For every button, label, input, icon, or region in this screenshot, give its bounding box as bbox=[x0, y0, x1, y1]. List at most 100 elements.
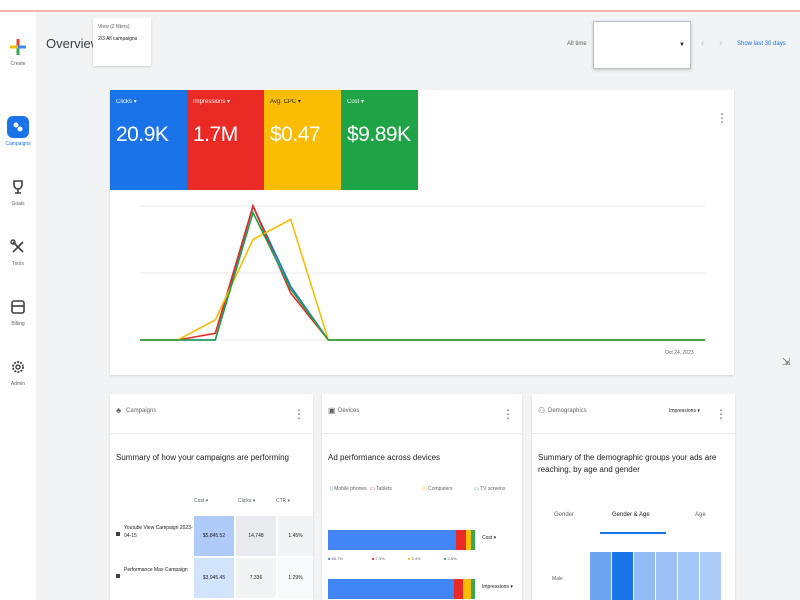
metric-value: $9.89K bbox=[347, 123, 411, 146]
metric-tile-avg-cpc[interactable]: Avg. CPC ▾ $0.47 bbox=[264, 90, 341, 190]
card-description: Summary of the demographic groups your a… bbox=[538, 453, 717, 474]
pct-label: ■ 86.7% bbox=[328, 556, 343, 561]
pct-label: ■ 7.3% bbox=[372, 556, 385, 561]
heatmap-cell[interactable] bbox=[678, 552, 699, 600]
clicks-cell: 7,336 bbox=[236, 558, 276, 598]
goals-trophy-icon bbox=[13, 180, 23, 194]
performance-chart-card: Clicks ▾ 20.9K Impressions ▾ 1.7M Avg. C… bbox=[110, 90, 734, 375]
more-options-icon[interactable]: ⋮ bbox=[502, 408, 514, 420]
metric-tile-cost[interactable]: Cost ▾ $9.89K bbox=[341, 90, 418, 190]
date-range-dropdown[interactable]: ▼ bbox=[593, 21, 691, 69]
date-range-label: All time bbox=[567, 41, 587, 47]
card-title: Campaigns bbox=[126, 408, 157, 414]
bar-segment bbox=[455, 530, 467, 550]
heatmap-cell[interactable] bbox=[656, 552, 677, 600]
campaign-type-icon bbox=[116, 532, 120, 536]
nav-create[interactable]: Create bbox=[0, 36, 36, 67]
bar-segment bbox=[328, 530, 456, 550]
devices-icon: ▣ bbox=[328, 406, 336, 415]
metric-dropdown[interactable]: Impressions ▾ bbox=[669, 408, 700, 414]
nav-goals[interactable]: Goals bbox=[0, 176, 36, 207]
more-options-icon[interactable]: ⋮ bbox=[715, 408, 727, 420]
demographics-card: ⚇ Demographics Impressions ▾ ⋮ Summary o… bbox=[532, 394, 735, 600]
legend-label: Tablets bbox=[376, 486, 392, 492]
campaign-type-icon bbox=[116, 574, 120, 578]
series-line-2 bbox=[140, 218, 705, 341]
ctr-cell: 1.45% bbox=[278, 516, 313, 556]
nav-label: Tools bbox=[12, 261, 24, 267]
legend-label: TV screens bbox=[480, 486, 506, 492]
metric-value: $0.47 bbox=[270, 123, 321, 146]
tab-age[interactable]: Age bbox=[695, 512, 706, 518]
metric-label: Impressions ▾ bbox=[193, 99, 231, 105]
ctr-cell: 1.29% bbox=[278, 558, 313, 598]
device-bar-impressions bbox=[328, 579, 475, 599]
card-description: Ad performance across devices bbox=[328, 453, 441, 462]
table-row[interactable]: Performance Max Campaign $3,945.45 7,336… bbox=[110, 558, 313, 600]
campaigns-card: ♣ Campaigns ⋮ Summary of how your campai… bbox=[110, 394, 313, 600]
series-line-3 bbox=[140, 210, 705, 341]
admin-gear-icon bbox=[12, 361, 24, 373]
column-header-clicks[interactable]: Clicks ▾ bbox=[238, 498, 255, 504]
nav-billing[interactable]: Billing bbox=[0, 296, 36, 327]
billing-card-icon bbox=[11, 300, 25, 314]
nav-label: Create bbox=[10, 61, 26, 67]
next-period-icon[interactable]: › bbox=[719, 38, 722, 49]
bar-caption[interactable]: Cost ▾ bbox=[482, 535, 496, 541]
campaigns-icon bbox=[7, 116, 29, 138]
prev-period-icon[interactable]: ‹ bbox=[701, 38, 704, 49]
metric-label: Avg. CPC ▾ bbox=[270, 99, 301, 105]
pct-label: ■ 2.6% bbox=[444, 556, 457, 561]
card-title: Devices bbox=[338, 408, 360, 414]
tools-icon bbox=[10, 239, 24, 253]
nav-tools[interactable]: Tools bbox=[0, 236, 36, 267]
clicks-cell: 14,748 bbox=[236, 516, 276, 556]
campaign-scope-selector[interactable]: View (2 filters) 2/3 All campaigns bbox=[93, 18, 151, 66]
nav-admin[interactable]: Admin bbox=[0, 356, 36, 387]
computer-icon: ▭ bbox=[422, 486, 427, 492]
bar-caption[interactable]: Impressions ▾ bbox=[482, 584, 513, 590]
card-header: ♣ Campaigns ⋮ bbox=[110, 394, 313, 434]
demographics-icon: ⚇ bbox=[538, 406, 546, 415]
column-header-cost[interactable]: Cost ▾ bbox=[194, 498, 208, 504]
legend-tablet: ▭ Tablets bbox=[370, 486, 392, 492]
caret-down-icon: ▼ bbox=[679, 42, 685, 48]
heatmap-row-label: Male bbox=[552, 576, 563, 582]
more-options-icon[interactable]: ⋮ bbox=[293, 408, 305, 420]
tab-gender[interactable]: Gender bbox=[554, 512, 574, 518]
table-row[interactable]: Youtube View Campaign 2023-04-15 $5,845.… bbox=[110, 516, 313, 558]
legend-label: Mobile phones bbox=[334, 486, 367, 492]
devices-card: ▣ Devices ⋮ Ad performance across device… bbox=[322, 394, 522, 600]
tv-icon: ▭ bbox=[474, 486, 479, 492]
tab-gender-age[interactable]: Gender & Age bbox=[612, 512, 650, 518]
show-last-30-days-link[interactable]: Show last 30 days bbox=[737, 41, 786, 47]
nav-label: Admin bbox=[10, 381, 26, 387]
metric-label: Cost ▾ bbox=[347, 99, 365, 105]
metric-value: 20.9K bbox=[116, 123, 169, 146]
more-options-icon[interactable]: ⋮ bbox=[716, 112, 728, 124]
bar-segment bbox=[470, 579, 475, 599]
create-plus-icon bbox=[10, 39, 26, 55]
heatmap-cell[interactable] bbox=[634, 552, 655, 600]
demographic-tabs: Gender Gender & Age Age bbox=[532, 512, 735, 536]
performance-line-chart bbox=[140, 203, 705, 341]
metric-tile-clicks[interactable]: Clicks ▾ 20.9K bbox=[110, 90, 187, 190]
scope-filter-count: View (2 filters) bbox=[98, 24, 130, 30]
metric-tile-impressions[interactable]: Impressions ▾ 1.7M bbox=[187, 90, 264, 190]
campaign-name: Performance Max Campaign bbox=[124, 567, 188, 573]
card-description: Summary of how your campaigns are perfor… bbox=[116, 453, 289, 462]
column-header-ctr[interactable]: CTR ▾ bbox=[276, 498, 290, 504]
cost-cell: $5,845.52 bbox=[194, 516, 234, 556]
cursor-pointer-icon: ⇲ bbox=[782, 357, 791, 368]
heatmap-cell[interactable] bbox=[612, 552, 633, 600]
nav-label: Goals bbox=[11, 201, 25, 207]
pct-label: ■ 3.4% bbox=[408, 556, 421, 561]
heatmap-cell[interactable] bbox=[590, 552, 611, 600]
heatmap-cell[interactable] bbox=[700, 552, 721, 600]
device-legend: ▯ Mobile phones ▭ Tablets ▭ Computers ▭ … bbox=[330, 486, 520, 500]
top-alert-bar bbox=[0, 0, 800, 12]
active-tab-indicator bbox=[600, 532, 666, 534]
legend-mobile: ▯ Mobile phones bbox=[330, 486, 367, 492]
nav-campaigns[interactable]: Campaigns bbox=[0, 116, 36, 147]
card-header: ⚇ Demographics Impressions ▾ ⋮ bbox=[532, 394, 735, 434]
